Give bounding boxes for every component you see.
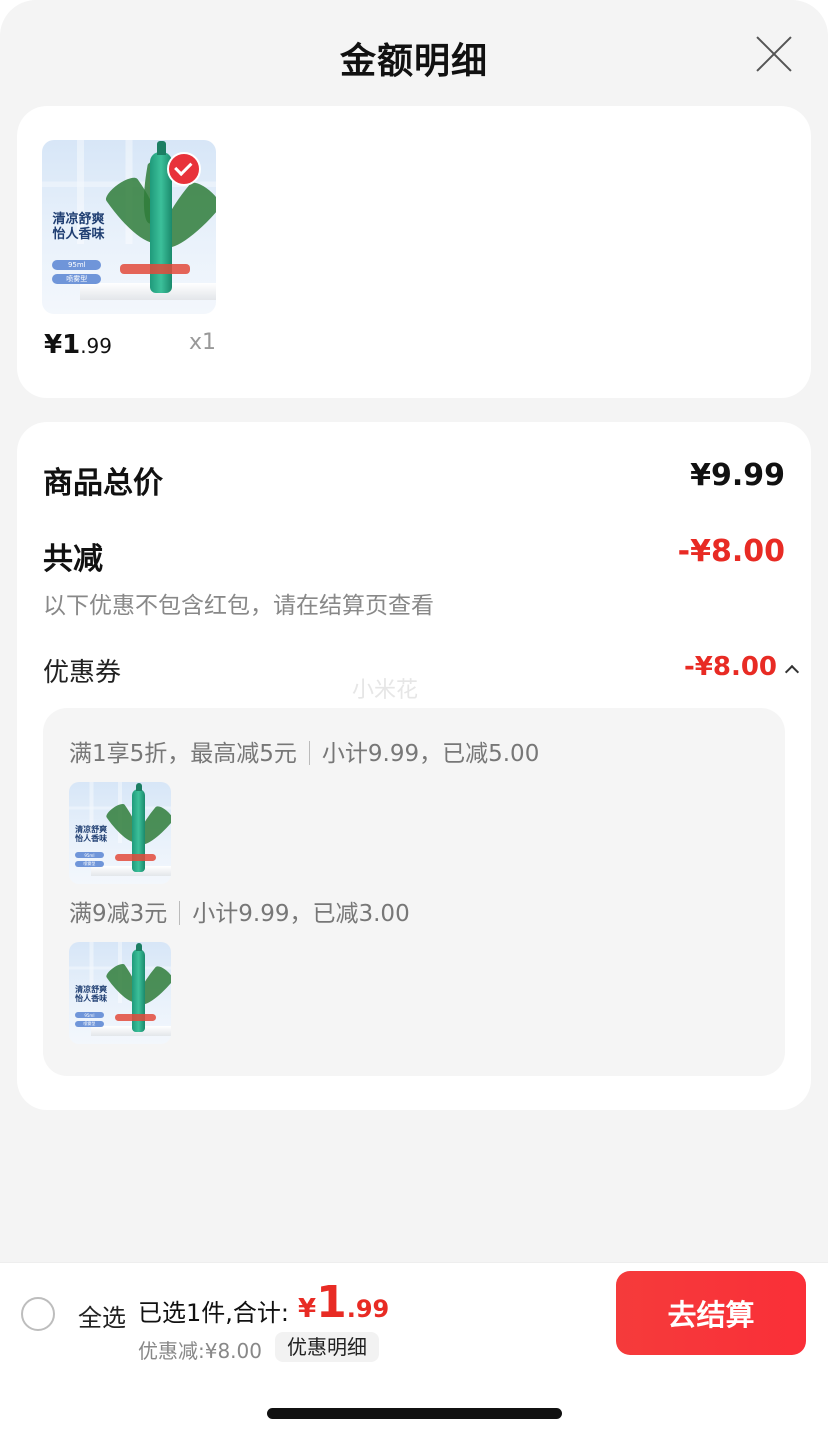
promo-line: 满9减3元 小计9.99，已减3.00: [69, 901, 410, 927]
checkout-bar: 全选 已选1件,合计: ¥1.99 优惠减:¥8.00 优惠明细 去结算: [0, 1262, 828, 1363]
image-pill: 95ml: [52, 260, 102, 271]
promo-line: 满1享5折，最高减5元 小计9.99，已减5.00: [69, 741, 540, 767]
promo-detail-box: 满1享5折，最高减5元 小计9.99，已减5.00 清凉舒爽 怡人香味 95ml …: [43, 708, 785, 1076]
reduction-label: 共减: [43, 542, 103, 577]
close-icon[interactable]: [754, 34, 794, 74]
amount-detail-sheet: 金额明细 清凉舒爽 怡人香味 95ml 喷雾型 ¥1.99 x1 商品总价 ¥9…: [0, 0, 828, 1262]
item-card: 清凉舒爽 怡人香味 95ml 喷雾型 ¥1.99 x1: [17, 106, 811, 398]
image-pill: 喷雾型: [52, 273, 102, 285]
sheet-title: 金额明细: [339, 41, 488, 82]
total-price-value: ¥9.99: [690, 458, 785, 493]
home-indicator: [267, 1408, 562, 1419]
item-price: ¥1.99: [44, 330, 112, 360]
select-all-radio[interactable]: [21, 1297, 55, 1331]
reduction-value: -¥8.00: [677, 534, 785, 569]
promo-product-image[interactable]: 清凉舒爽 怡人香味 95ml 喷雾型: [69, 942, 171, 1044]
coupon-label: 优惠券: [43, 658, 122, 688]
promo-product-image[interactable]: 清凉舒爽 怡人香味 95ml 喷雾型: [69, 782, 171, 884]
discount-amount: 优惠减:¥8.00: [138, 1339, 262, 1363]
summary-card: 商品总价 ¥9.99 共减 -¥8.00 以下优惠不包含红包，请在结算页查看 优…: [17, 422, 811, 1110]
total-price-label: 商品总价: [43, 466, 163, 501]
total-amount: ¥1.99: [298, 1277, 390, 1328]
item-quantity: x1: [189, 330, 217, 355]
discount-note: 以下优惠不包含红包，请在结算页查看: [43, 593, 434, 619]
select-all-label[interactable]: 全选: [78, 1298, 126, 1333]
discount-detail-button[interactable]: 优惠明细: [275, 1332, 379, 1362]
image-text: 清凉舒爽 怡人香味: [52, 212, 105, 243]
checked-icon[interactable]: [167, 152, 201, 186]
watermark: 小米花: [352, 678, 419, 703]
coupon-value[interactable]: -¥8.00: [684, 652, 777, 682]
chevron-up-icon[interactable]: [783, 660, 801, 678]
checkout-button[interactable]: 去结算: [616, 1271, 806, 1355]
selected-count-text: 已选1件,合计:: [138, 1299, 289, 1327]
